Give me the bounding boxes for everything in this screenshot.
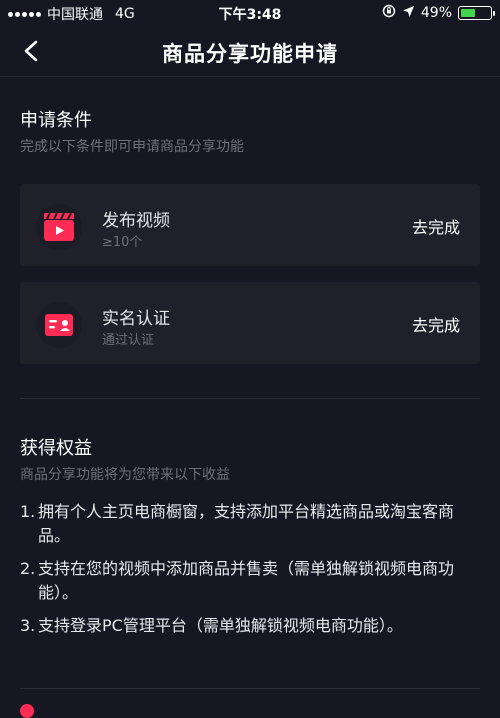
bottom-divider <box>20 688 480 689</box>
card-title: 实名认证 <box>102 309 170 329</box>
list-item: 3. 支持登录PC管理平台（需单独解锁视频电商功能）。 <box>20 616 403 635</box>
verify-icon-wrap <box>36 302 82 348</box>
requirement-card-video[interactable]: 发布视频 ≥10个 去完成 <box>20 184 480 266</box>
benefit-text: 支持在您的视频中添加商品并售卖（需单独解锁视频电商功能）。 <box>38 559 455 602</box>
list-item: 1. 拥有个人主页电商橱窗，支持添加平台精选商品或淘宝客商品。 <box>20 502 455 545</box>
requirements-subtitle: 完成以下条件即可申请商品分享功能 <box>20 139 244 155</box>
complete-button[interactable]: 去完成 <box>412 214 460 238</box>
nav-bar: 商品分享功能申请 <box>0 26 500 77</box>
requirements-title: 申请条件 <box>20 110 92 131</box>
battery-percent: 49% <box>420 5 452 21</box>
card-detail: 通过认证 <box>102 333 155 348</box>
benefits-title: 获得权益 <box>20 438 92 459</box>
location-icon <box>402 5 415 22</box>
benefit-list: 1. 拥有个人主页电商橱窗，支持添加平台精选商品或淘宝客商品。 2. 支持在您的视频… <box>20 500 480 647</box>
battery-icon <box>458 6 495 20</box>
card-title: 发布视频 <box>102 211 170 231</box>
list-item: 2. 支持在您的视频中添加商品并售卖（需单独解锁视频电商功能）。 <box>20 559 455 602</box>
page-title: 商品分享功能申请 <box>162 42 338 66</box>
section-divider <box>20 398 480 399</box>
rotation-lock-icon <box>382 4 396 22</box>
benefits-subtitle: 商品分享功能将为您带来以下收益 <box>20 467 230 483</box>
benefit-text: 拥有个人主页电商橱窗，支持添加平台精选商品或淘宝客商品。 <box>38 502 455 545</box>
status-bar: 中国联通 4G 下午3:48 49% <box>0 0 500 26</box>
benefit-text: 支持登录PC管理平台（需单独解锁视频电商功能）。 <box>38 616 403 635</box>
id-card-icon <box>45 314 73 336</box>
video-icon-wrap <box>36 204 82 250</box>
complete-button[interactable]: 去完成 <box>412 312 460 336</box>
status-right: 49% <box>382 4 495 22</box>
accent-dot <box>20 704 34 718</box>
requirement-card-verify[interactable]: 实名认证 通过认证 去完成 <box>20 282 480 364</box>
video-clapper-icon <box>44 212 74 241</box>
card-detail: ≥10个 <box>102 235 143 250</box>
